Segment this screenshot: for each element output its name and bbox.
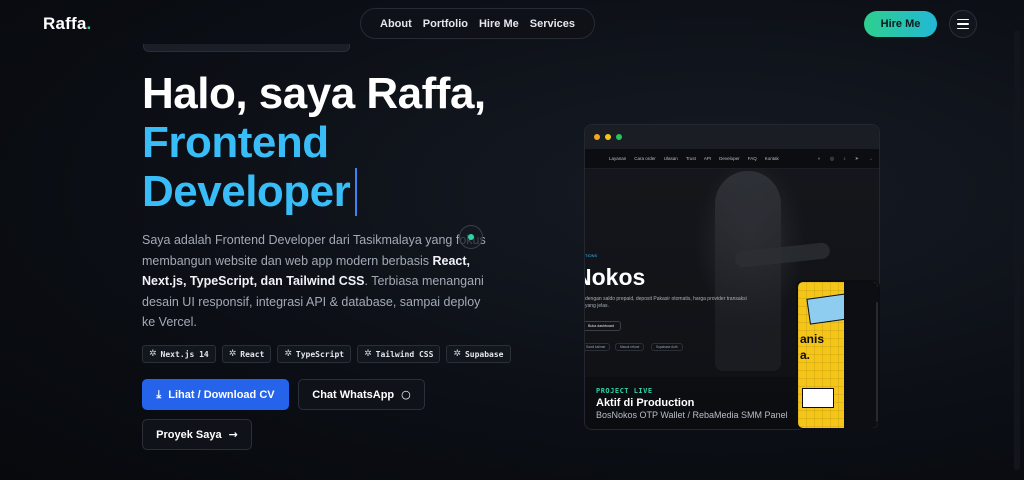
window-titlebar [585,125,879,149]
phone-box [802,388,834,408]
phone-mockup: anis a. [796,280,880,430]
hero-role-text: Developer [142,167,351,216]
arrow-icon: → [868,155,873,162]
scrollbar[interactable] [1014,30,1020,470]
projects-button[interactable]: Proyek Saya → [142,419,252,450]
sparkle-icon: ✲ [149,349,157,359]
project-live-badge: PROJECT LIVE [596,387,653,395]
preview-body: dengan saldo prepaid, deposit Pakasir ot… [585,296,747,309]
typing-caret [355,168,358,216]
preview-subtitle: BosNokos OTP Wallet / RebaMedia SMM Pane… [596,410,788,420]
tech-tag: ✲ TypeScript [277,345,352,363]
sparkle-icon: ✲ [364,349,372,359]
projects-label: Proyek Saya [156,428,222,441]
hero-role-line1: Frontend [142,118,329,167]
hero-description: Saya adalah Frontend Developer dari Tasi… [142,230,492,333]
tag-label: React [240,349,265,359]
preview-subnav: Layanan Cara order Ulasan Trust API Deve… [585,149,879,169]
person-image [715,171,781,371]
nav-item-portfolio[interactable]: Portfolio [423,18,468,30]
window-dot-icon [594,134,600,140]
preview-nav-item: Cara order [634,156,656,161]
send-icon: ➤ [854,155,859,162]
preview-title: Aktif di Production [596,397,695,409]
preview-mini-chip: Sandi kalimat [585,343,611,351]
brand-name: Raffa [43,14,87,33]
tag-label: Supabase [464,349,504,359]
music-icon: ♪ [843,155,846,162]
nav-item-hire-me[interactable]: Hire Me [479,18,519,30]
tech-tag: ✲ React [221,345,272,363]
download-icon: ⤓ [156,387,162,401]
hamburger-menu-icon[interactable] [949,10,977,38]
preview-nav-item: Trust [685,156,696,161]
brand-dot: . [86,14,92,33]
preview-heading: Nokos [585,264,646,290]
arrow-right-icon: → [228,428,238,441]
sparkle-icon: ✲ [284,349,292,359]
preview-eyebrow: TIONS [585,253,598,258]
chat-whatsapp-label: Chat WhatsApp [312,388,395,401]
window-dot-icon [616,134,622,140]
download-cv-button[interactable]: ⤓ Lihat / Download CV [142,379,289,410]
top-decoration [143,44,350,52]
tag-label: Tailwind CSS [375,349,434,359]
phone-text: anis [800,332,825,346]
phone-dark-panel [844,282,878,428]
tech-tag: ✲ Tailwind CSS [357,345,441,363]
theme-icon: ◐ [817,155,821,162]
preview-nav-item: Kontak [764,156,779,161]
nav-item-services[interactable]: Services [530,18,575,30]
preview-nav-item: API [703,156,712,161]
tech-tag: ✲ Next.js 14 [142,345,216,363]
preview-nav-item: Ulasan [663,156,678,161]
brand-logo[interactable]: Raffa. [43,14,91,34]
camera-icon: ◎ [829,155,835,162]
preview-nav-item: Layanan [609,156,627,161]
hero-greeting: Halo, saya Raffa, [142,69,486,118]
phone-text: a. [800,348,811,362]
preview-mini-chip: Masuk refund [615,343,645,351]
tag-label: Next.js 14 [160,349,209,359]
preview-cta: Buka dashboard [585,321,622,331]
tech-tags: ✲ Next.js 14 ✲ React ✲ TypeScript ✲ Tailwind… [142,345,511,363]
preview-mini-chip: Supabase Auth [651,343,683,351]
main-nav: About Portfolio Hire Me Services [360,8,595,39]
phone-scrollbar [876,302,878,422]
nav-item-about[interactable]: About [380,18,412,30]
status-dot-icon [459,225,483,249]
chat-bubble-icon: ○ [401,388,411,401]
tag-label: TypeScript [295,349,345,359]
window-dot-icon [605,134,611,140]
sparkle-icon: ✲ [228,349,237,359]
chat-whatsapp-button[interactable]: Chat WhatsApp ○ [298,379,425,410]
preview-nav-item: Developer [719,156,740,161]
preview-nav-icons: ◐ ◎ ♪ ➤ → [818,156,879,162]
preview-nav-item: FAQ [747,156,757,161]
hero-role-line2: Developer [142,167,358,217]
download-cv-label: Lihat / Download CV [168,388,275,401]
hire-me-button[interactable]: Hire Me [864,11,937,37]
sparkle-icon: ✲ [453,349,461,359]
tech-tag: ✲ Supabase [446,345,511,363]
